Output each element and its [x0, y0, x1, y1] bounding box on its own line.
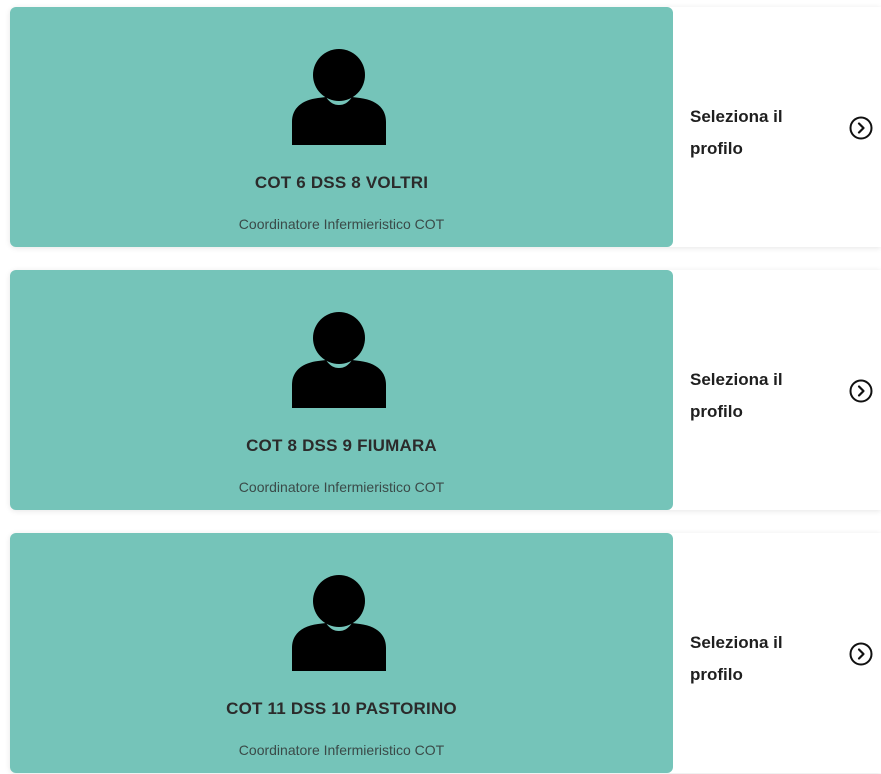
- profile-role: Coordinatore Infermieristico COT: [238, 479, 445, 495]
- profile-name: COT 8 DSS 9 FIUMARA: [246, 436, 437, 455]
- user-icon: [292, 575, 386, 671]
- user-icon: [292, 312, 386, 408]
- profile-panel[interactable]: COT 8 DSS 9 FIUMARA Coordinatore Infermi…: [10, 270, 673, 510]
- select-profile-label[interactable]: Seleziona il profilo: [690, 101, 830, 165]
- profile-role: Coordinatore Infermieristico COT: [238, 742, 445, 758]
- user-icon: [292, 49, 386, 145]
- profile-list: COT 6 DSS 8 VOLTRI Coordinatore Infermie…: [0, 0, 881, 774]
- chevron-right-circle-icon[interactable]: [848, 115, 874, 141]
- profile-card-2[interactable]: COT 11 DSS 10 PASTORINO Coordinatore Inf…: [10, 533, 881, 773]
- select-profile-label[interactable]: Seleziona il profilo: [690, 364, 830, 428]
- profile-name: COT 6 DSS 8 VOLTRI: [254, 173, 429, 192]
- profile-card-0[interactable]: COT 6 DSS 8 VOLTRI Coordinatore Infermie…: [10, 7, 881, 247]
- profile-role: Coordinatore Infermieristico COT: [238, 216, 445, 232]
- profile-card-1[interactable]: COT 8 DSS 9 FIUMARA Coordinatore Infermi…: [10, 270, 881, 510]
- select-profile-label[interactable]: Seleziona il profilo: [690, 627, 830, 691]
- chevron-right-circle-icon[interactable]: [848, 378, 874, 404]
- profile-panel[interactable]: COT 11 DSS 10 PASTORINO Coordinatore Inf…: [10, 533, 673, 773]
- chevron-right-circle-icon[interactable]: [848, 641, 874, 667]
- profile-panel[interactable]: COT 6 DSS 8 VOLTRI Coordinatore Infermie…: [10, 7, 673, 247]
- profile-name: COT 11 DSS 10 PASTORINO: [226, 699, 457, 718]
